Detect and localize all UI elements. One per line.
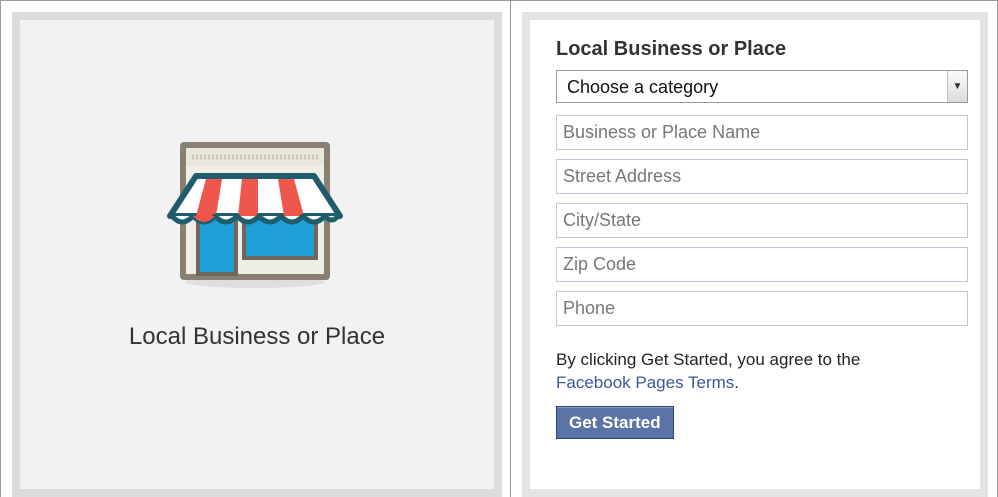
column-divider xyxy=(510,0,511,497)
get-started-button[interactable]: Get Started xyxy=(556,406,674,439)
storefront-icon xyxy=(167,142,343,288)
terms-link[interactable]: Facebook Pages Terms xyxy=(556,373,734,392)
zip-code-input[interactable] xyxy=(556,247,968,282)
category-tile[interactable]: Local Business or Place xyxy=(12,12,502,497)
street-address-input[interactable] xyxy=(556,159,968,194)
phone-input[interactable] xyxy=(556,291,968,326)
terms-text: By clicking Get Started, you agree to th… xyxy=(556,350,861,369)
form-title: Local Business or Place xyxy=(556,38,787,60)
terms-period: . xyxy=(734,373,740,392)
category-tile-inner[interactable]: Local Business or Place xyxy=(20,20,494,489)
category-tile-label: Local Business or Place xyxy=(128,323,386,350)
dropdown-arrow-icon[interactable]: ▼ xyxy=(947,71,967,102)
business-name-input[interactable] xyxy=(556,115,968,150)
category-select[interactable]: Choose a category ▼ xyxy=(556,70,968,103)
business-form: Local Business or Place Choose a categor… xyxy=(530,20,980,489)
city-state-input[interactable] xyxy=(556,203,968,238)
terms-notice: By clicking Get Started, you agree to th… xyxy=(556,348,968,394)
category-select-value: Choose a category xyxy=(567,77,719,97)
business-form-panel: Local Business or Place Choose a categor… xyxy=(522,12,988,497)
